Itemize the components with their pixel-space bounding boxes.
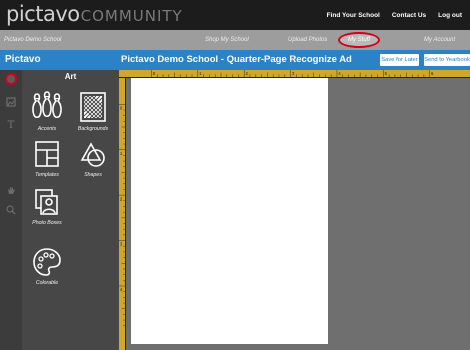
design-workspace[interactable]	[126, 78, 470, 350]
ruler-label: 3	[120, 242, 123, 247]
panel-title: Art	[64, 72, 77, 81]
rail-tool-3[interactable]	[0, 140, 22, 160]
zoom-tool-button[interactable]	[0, 200, 22, 220]
logout-link[interactable]: Log out	[438, 12, 462, 19]
ad-page-canvas[interactable]	[131, 78, 328, 344]
art-panel: Art Accents Backgrounds Templates Shapes…	[22, 70, 119, 350]
zoom-icon	[6, 205, 16, 215]
image-icon	[6, 97, 16, 107]
find-school-link[interactable]: Find Your School	[327, 12, 380, 19]
document-title: Pictavo Demo School - Quarter-Page Recog…	[121, 54, 352, 65]
backgrounds-icon	[80, 92, 106, 122]
sub-nav: Pictavo Demo School Shop My School Uploa…	[0, 30, 470, 50]
pictavo-logo[interactable]: pictavoCOMMUNITY	[6, 2, 183, 26]
text-icon: T	[7, 120, 15, 131]
colorable-tile[interactable]: Colorable	[24, 246, 70, 286]
photo-box-icon	[35, 189, 58, 215]
accents-label: Accents	[37, 126, 57, 132]
backgrounds-label: Backgrounds	[77, 126, 109, 132]
photo-boxes-label: Photo Boxes	[32, 220, 62, 226]
ruler-label: 4	[120, 287, 123, 292]
ruler-label: 1	[120, 151, 123, 156]
ruler-label: 0	[153, 71, 156, 76]
hand-icon	[8, 187, 15, 194]
pan-tool-button[interactable]	[0, 180, 22, 200]
backgrounds-tile[interactable]: Backgrounds	[70, 90, 116, 132]
app-title: Pictavo	[5, 54, 41, 65]
editor-header: Pictavo Pictavo Demo School - Quarter-Pa…	[0, 50, 470, 70]
ruler-label: 0	[120, 105, 123, 110]
top-nav: pictavoCOMMUNITY Find Your School Contac…	[0, 0, 470, 30]
templates-tile[interactable]: Templates	[24, 138, 70, 178]
ruler-label: 2	[246, 71, 249, 76]
template-icon	[35, 141, 59, 167]
shapes-tile[interactable]: Shapes	[70, 138, 116, 178]
palette-icon	[5, 73, 17, 85]
templates-label: Templates	[35, 172, 59, 178]
contact-link[interactable]: Contact Us	[392, 12, 426, 19]
ruler-label: 5	[385, 71, 388, 76]
bowling-pins-icon	[32, 91, 62, 119]
account-link[interactable]: My Account	[424, 30, 455, 50]
shop-link[interactable]: Shop My School	[205, 30, 249, 50]
upload-link[interactable]: Upload Photos	[288, 30, 327, 50]
tool-rail: T	[0, 70, 22, 350]
photo-boxes-tile[interactable]: Photo Boxes	[24, 186, 70, 226]
shapes-label: Shapes	[84, 172, 102, 178]
image-tool-button[interactable]	[0, 92, 22, 112]
art-tool-button[interactable]	[2, 70, 22, 87]
ruler-label: 1	[199, 71, 202, 76]
ruler-label: 6	[431, 71, 434, 76]
horizontal-ruler: 0 1 2 3 4 5 6	[119, 70, 470, 78]
top-links: Find Your School Contact Us Log out	[327, 0, 470, 30]
save-for-later-button[interactable]: Save for Later	[380, 54, 419, 66]
ruler-label: 3	[292, 71, 295, 76]
school-link[interactable]: Pictavo Demo School	[4, 30, 61, 50]
ruler-label: 4	[338, 71, 341, 76]
vertical-ruler: 0 1 2 3 4	[119, 78, 126, 350]
my-stuff-link[interactable]: My Stuff	[338, 32, 380, 48]
accents-tile[interactable]: Accents	[24, 90, 70, 132]
shapes-icon	[80, 142, 105, 167]
ruler-label: 2	[120, 196, 123, 201]
colorable-label: Colorable	[35, 280, 59, 286]
send-to-yearbook-button[interactable]: Send to Yearbook	[424, 54, 470, 66]
palette-icon-large	[33, 248, 61, 276]
text-tool-button[interactable]: T	[0, 116, 22, 136]
